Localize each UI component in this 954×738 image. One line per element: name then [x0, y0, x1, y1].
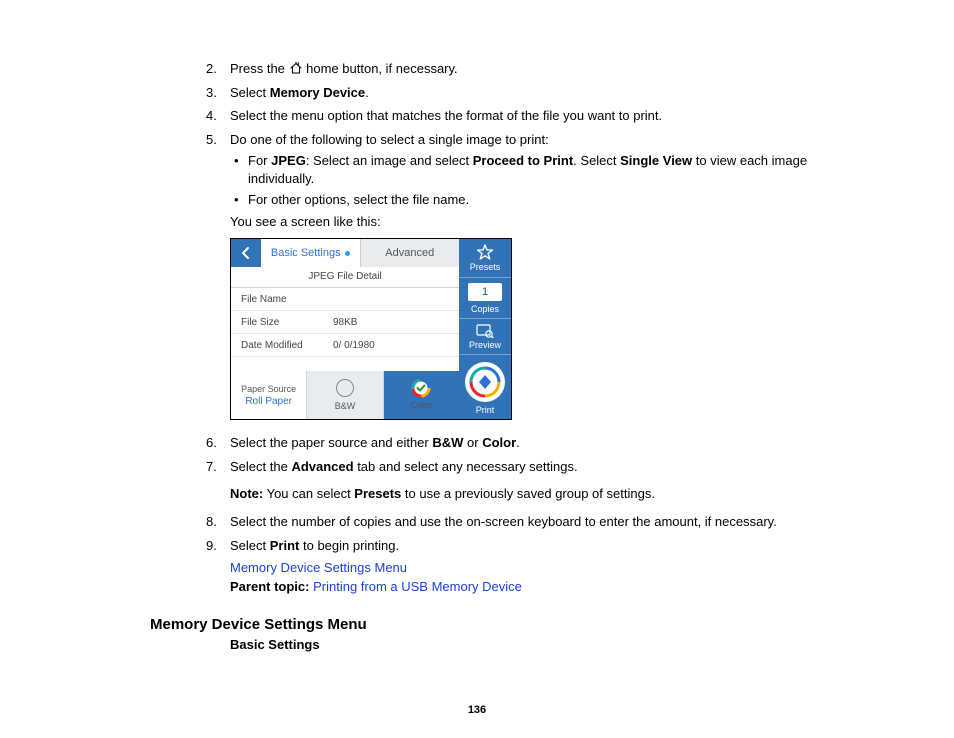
step-3: 3. Select Memory Device.	[230, 84, 839, 102]
copies-button[interactable]: 1 Copies	[459, 278, 511, 319]
step-5-bullet-2: For other options, select the file name.	[248, 191, 839, 209]
star-icon	[476, 244, 494, 260]
presets-button[interactable]: Presets	[459, 239, 511, 277]
tab-basic-settings[interactable]: Basic Settings	[261, 239, 361, 267]
color-button[interactable]: Color	[384, 371, 459, 419]
row-filename: File Name	[231, 288, 459, 311]
section-heading: Memory Device Settings Menu	[150, 616, 839, 633]
device-screen: Basic Settings Advanced JPEG File Detail…	[230, 238, 512, 420]
preview-button[interactable]: Preview	[459, 319, 511, 355]
bw-button[interactable]: B&W	[307, 371, 383, 419]
step-5-sublist: For JPEG: Select an image and select Pro…	[230, 152, 839, 209]
preview-icon	[475, 324, 495, 338]
tab-indicator-dot-icon	[345, 251, 350, 256]
device-side-panel: Presets 1 Copies Preview	[459, 239, 511, 419]
color-circle-icon	[413, 380, 429, 396]
back-button[interactable]	[231, 239, 261, 267]
paper-source-button[interactable]: Paper Source Roll Paper	[231, 371, 307, 419]
related-links: Memory Device Settings Menu Parent topic…	[230, 560, 839, 594]
row-date-modified: Date Modified 0/ 0/1980	[231, 334, 459, 357]
print-button[interactable]: Print	[459, 355, 511, 419]
print-circle-icon	[465, 362, 505, 402]
bw-circle-icon	[336, 379, 354, 397]
home-icon	[289, 61, 303, 76]
step-8: 8. Select the number of copies and use t…	[230, 513, 839, 531]
link-memory-device-menu[interactable]: Memory Device Settings Menu	[230, 560, 407, 575]
step-text: home button, if necessary.	[303, 61, 458, 76]
step-7: 7. Select the Advanced tab and select an…	[230, 458, 839, 503]
tab-advanced[interactable]: Advanced	[361, 239, 460, 267]
step-text: Press the	[230, 61, 289, 76]
step-6: 6. Select the paper source and either B&…	[230, 434, 839, 452]
parent-topic-label: Parent topic:	[230, 579, 309, 594]
manual-page: 2. Press the home button, if necessary. …	[0, 0, 954, 738]
back-arrow-icon	[238, 245, 254, 261]
link-parent-topic[interactable]: Printing from a USB Memory Device	[313, 579, 522, 594]
device-subtitle: JPEG File Detail	[231, 267, 459, 288]
step-4: 4. Select the menu option that matches t…	[230, 107, 839, 125]
step-5-after: You see a screen like this:	[230, 213, 839, 231]
step-5-bullet-1: For JPEG: Select an image and select Pro…	[248, 152, 839, 187]
device-main-panel: Basic Settings Advanced JPEG File Detail…	[231, 239, 459, 419]
row-filesize: File Size 98KB	[231, 311, 459, 334]
device-topbar: Basic Settings Advanced	[231, 239, 459, 267]
page-number: 136	[0, 704, 954, 716]
step-9: 9. Select Print to begin printing.	[230, 537, 839, 555]
device-bottom-row: Paper Source Roll Paper B&W	[231, 371, 459, 419]
step-2: 2. Press the home button, if necessary.	[230, 60, 839, 78]
instruction-list: 2. Press the home button, if necessary. …	[150, 60, 839, 554]
sub-heading: Basic Settings	[230, 637, 839, 652]
step-5: 5. Do one of the following to select a s…	[230, 131, 839, 421]
device-screenshot: Basic Settings Advanced JPEG File Detail…	[230, 238, 839, 420]
note-block: Note: You can select Presets to use a pr…	[230, 485, 839, 503]
